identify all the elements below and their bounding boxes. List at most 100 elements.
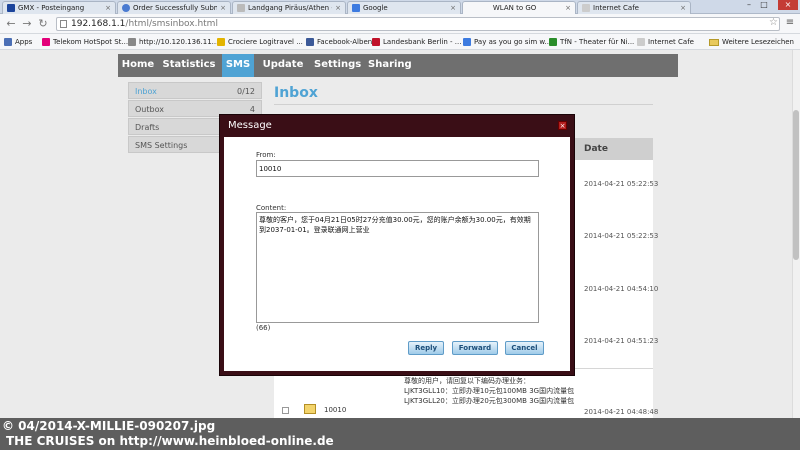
content-field[interactable]: 尊敬的客户，您于04月21日05时27分充值30.00元，您的账户余额为30.0… [256, 212, 539, 323]
google-favicon-icon [352, 4, 360, 12]
reply-button[interactable]: Reply [408, 341, 444, 355]
bookmark-label: TfN - Theater für Ni... [560, 38, 635, 46]
message-dialog: Message × From: 10010 Content: 尊敬的客户，您于0… [219, 114, 575, 376]
apps-grid-icon [4, 38, 12, 46]
browser-tab[interactable]: Internet Cafe × [577, 1, 691, 14]
nav-statistics[interactable]: Statistics [162, 54, 216, 77]
content-label: Content: [256, 204, 287, 212]
browser-tab[interactable]: Google × [347, 1, 461, 14]
tab-close-icon[interactable]: × [565, 4, 571, 12]
tab-title: GMX - Posteingang [18, 4, 85, 12]
bookmark-item[interactable]: TfN - Theater für Ni... [549, 36, 634, 48]
envelope-icon [304, 404, 316, 414]
page-icon [128, 38, 136, 46]
date-cell: 2014-04-21 05:22:53 [584, 180, 659, 188]
row-content[interactable]: 尊敬的用户，请回复以下编码办理业务： LJKT3GLL10：立即办理10元包10… [404, 376, 584, 406]
watermark-banner: © 04/2014-X-MILLIE-090207.jpg THE CRUISE… [0, 418, 800, 450]
page-icon [637, 38, 645, 46]
browser-tab[interactable]: Landgang Piräus/Athen - × [232, 1, 346, 14]
bookmark-item[interactable]: http://10.120.136.11... [128, 36, 218, 48]
date-cell: 2014-04-21 04:51:23 [584, 337, 659, 345]
folder-icon [708, 38, 719, 46]
facebook-icon [306, 38, 314, 46]
bookmark-label: Crociere Logitravel ... [228, 38, 303, 46]
minimize-icon[interactable]: – [742, 0, 756, 10]
bookmark-item[interactable]: Internet Cafe [637, 36, 694, 48]
date-cell: 2014-04-21 05:22:53 [584, 232, 659, 240]
tab-close-icon[interactable]: × [335, 4, 341, 12]
close-window-icon[interactable]: × [778, 0, 798, 10]
forward-icon[interactable]: → [20, 17, 34, 31]
sidebar-item-label: SMS Settings [135, 141, 188, 150]
bank-icon [372, 38, 380, 46]
watermark-line-2: THE CRUISES on http://www.heinbloed-onli… [6, 434, 334, 448]
bookmark-star-icon[interactable]: ☆ [769, 17, 778, 28]
page-scrollbar[interactable] [792, 50, 800, 418]
ie-favicon-icon [122, 4, 130, 12]
bookmark-label: Apps [15, 38, 33, 46]
maximize-icon[interactable]: □ [757, 0, 771, 10]
tab-title: Landgang Piräus/Athen - [248, 4, 333, 12]
other-bookmarks[interactable]: Weitere Lesezeichen [708, 36, 794, 48]
other-bookmarks-label: Weitere Lesezeichen [721, 38, 794, 46]
bookmark-item[interactable]: Crociere Logitravel ... [217, 36, 303, 48]
address-bar[interactable]: 192.168.1.1/html/smsinbox.html [56, 17, 780, 31]
bookmark-item[interactable]: Landesbank Berlin - ... [372, 36, 461, 48]
bookmark-label: Facebook-Alben [317, 38, 373, 46]
title-divider [274, 104, 653, 105]
back-icon[interactable]: ← [4, 17, 18, 31]
bookmark-label: http://10.120.136.11... [139, 38, 219, 46]
sidebar-item-label: Outbox [135, 105, 164, 114]
row-date: 2014-04-21 04:48:48 [584, 408, 659, 416]
date-column-header[interactable]: Date [574, 138, 653, 160]
watermark-line-1: © 04/2014-X-MILLIE-090207.jpg [2, 419, 216, 433]
telekom-icon [42, 38, 50, 46]
page-icon [463, 38, 471, 46]
reload-icon[interactable]: ↻ [36, 17, 50, 31]
nav-update[interactable]: Update [262, 54, 304, 77]
tab-title: Google [363, 4, 388, 12]
menu-icon[interactable]: ≡ [784, 17, 796, 29]
tab-close-icon[interactable]: × [105, 4, 111, 12]
browser-tab[interactable]: Order Successfully Submi × [117, 1, 231, 14]
bookmark-label: Telekom HotSpot St... [53, 38, 129, 46]
nav-sharing[interactable]: Sharing [368, 54, 412, 77]
browser-tab[interactable]: GMX - Posteingang × [2, 1, 116, 14]
nav-home[interactable]: Home [118, 54, 158, 77]
row-from[interactable]: 10010 [324, 406, 346, 414]
from-field[interactable]: 10010 [256, 160, 539, 177]
forward-button[interactable]: Forward [452, 341, 498, 355]
bookmark-item[interactable]: Facebook-Alben [306, 36, 372, 48]
url-host: 192.168.1.1 [71, 19, 126, 29]
bookmark-label: Landesbank Berlin - ... [383, 38, 462, 46]
tab-close-icon[interactable]: × [680, 4, 686, 12]
dialog-title: Message [228, 120, 272, 131]
row-checkbox[interactable] [282, 407, 289, 414]
nav-sms[interactable]: SMS [222, 54, 254, 77]
nav-settings[interactable]: Settings [314, 54, 361, 77]
tab-close-icon[interactable]: × [450, 4, 456, 12]
bookmark-item[interactable]: Pay as you go sim w... [463, 36, 551, 48]
tab-close-icon[interactable]: × [220, 4, 226, 12]
browser-tab-active[interactable]: WLAN to GO × [462, 1, 576, 14]
page-title: Inbox [274, 85, 318, 101]
url-path: /html/smsinbox.html [125, 19, 218, 29]
sidebar-item-inbox[interactable]: Inbox 0/12 [128, 82, 262, 99]
bookmarks-bar: Apps Telekom HotSpot St... http://10.120… [0, 34, 800, 50]
tab-title: WLAN to GO [492, 4, 537, 12]
bookmark-apps[interactable]: Apps [4, 36, 32, 48]
page-icon [60, 20, 67, 28]
page-favicon-icon [237, 4, 245, 12]
tfn-icon [549, 38, 557, 46]
sidebar-item-label: Inbox [135, 87, 157, 96]
tab-title: Order Successfully Submi [133, 4, 218, 12]
bookmark-label: Pay as you go sim w... [474, 38, 552, 46]
scrollbar-thumb[interactable] [793, 110, 799, 260]
gmx-favicon-icon [7, 4, 15, 12]
page-favicon-icon [582, 4, 590, 12]
cancel-button[interactable]: Cancel [505, 341, 544, 355]
close-icon[interactable]: × [558, 121, 567, 130]
from-label: From: [256, 151, 276, 159]
browser-tabbar: GMX - Posteingang × Order Successfully S… [0, 0, 800, 14]
bookmark-item[interactable]: Telekom HotSpot St... [42, 36, 128, 48]
